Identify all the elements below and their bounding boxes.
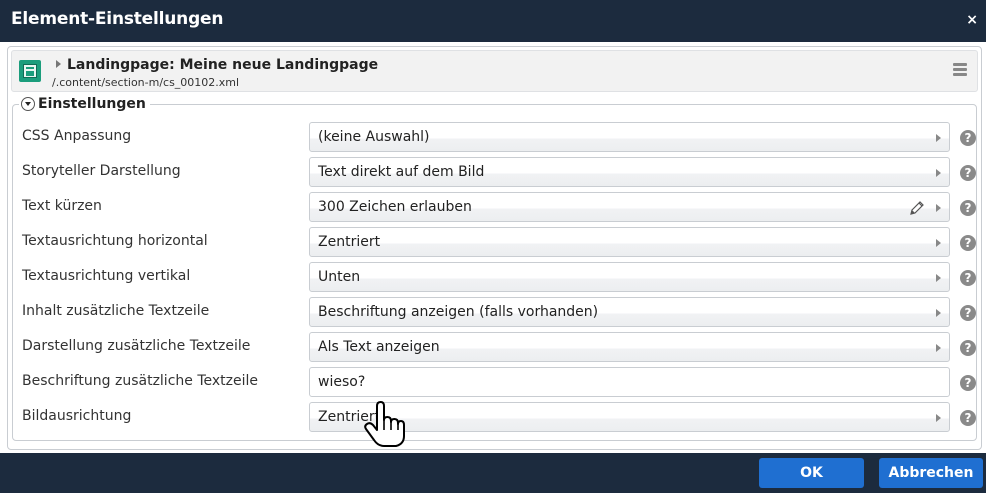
help-icon[interactable]: ?: [960, 305, 976, 321]
setting-label: Textausrichtung horizontal: [22, 233, 208, 249]
dialog-footer: OK Abbrechen: [0, 453, 986, 493]
expand-arrow-icon[interactable]: [56, 60, 61, 68]
cancel-button[interactable]: Abbrechen: [879, 458, 983, 488]
help-icon[interactable]: ?: [960, 200, 976, 216]
text-kuerzen-select[interactable]: 300 Zeichen erlauben: [309, 192, 950, 222]
help-icon[interactable]: ?: [960, 235, 976, 251]
setting-row-textausrichtung-vertikal: Textausrichtung vertikal Unten ?: [13, 259, 976, 293]
settings-legend[interactable]: Einstellungen: [19, 96, 150, 113]
help-icon[interactable]: ?: [960, 410, 976, 426]
setting-label: Inhalt zusätzliche Textzeile: [22, 303, 210, 319]
setting-row-darstellung-zusaetzliche-textzeile: Darstellung zusätzliche Textzeile Als Te…: [13, 329, 976, 363]
setting-row-bildausrichtung: Bildausrichtung Zentriert ?: [13, 399, 976, 433]
inhalt-zusaetzliche-textzeile-select[interactable]: Beschriftung anzeigen (falls vorhanden): [309, 297, 950, 327]
chevron-right-icon: [936, 344, 941, 352]
select-value: Unten: [318, 269, 361, 285]
setting-row-inhalt-zusaetzliche-textzeile: Inhalt zusätzliche Textzeile Beschriftun…: [13, 294, 976, 328]
help-icon[interactable]: ?: [960, 270, 976, 286]
select-value: Beschriftung anzeigen (falls vorhanden): [318, 304, 599, 320]
darstellung-zusaetzliche-textzeile-select[interactable]: Als Text anzeigen: [309, 332, 950, 362]
element-info-header: Landingpage: Meine neue Landingpage /.co…: [11, 50, 978, 92]
setting-label: Darstellung zusätzliche Textzeile: [22, 338, 251, 354]
textausrichtung-vertikal-select[interactable]: Unten: [309, 262, 950, 292]
chevron-right-icon: [936, 204, 941, 212]
ok-button[interactable]: OK: [759, 458, 864, 488]
chevron-right-icon: [936, 274, 941, 282]
setting-row-beschriftung-zusaetzliche-textzeile: Beschriftung zusätzliche Textzeile wieso…: [13, 364, 976, 398]
settings-fieldset: Einstellungen CSS Anpassung (keine Auswa…: [12, 96, 977, 441]
chevron-right-icon: [936, 309, 941, 317]
setting-label: Text kürzen: [22, 198, 102, 214]
close-icon[interactable]: ×: [966, 12, 978, 28]
context-menu-icon[interactable]: [953, 63, 967, 77]
setting-label: Textausrichtung vertikal: [22, 268, 191, 284]
collapse-toggle-icon[interactable]: [21, 97, 35, 111]
landingpage-resource-icon: [19, 60, 41, 82]
chevron-right-icon: [936, 169, 941, 177]
help-icon[interactable]: ?: [960, 165, 976, 181]
help-icon[interactable]: ?: [960, 130, 976, 146]
select-value: Zentriert: [318, 234, 381, 250]
select-value: Als Text anzeigen: [318, 339, 440, 355]
element-settings-dialog: Element-Einstellungen × Landingpage: Mei…: [0, 0, 986, 493]
setting-row-text-kuerzen: Text kürzen 300 Zeichen erlauben ?: [13, 189, 976, 223]
setting-row-storyteller-darstellung: Storyteller Darstellung Text direkt auf …: [13, 154, 976, 188]
select-value: 300 Zeichen erlauben: [318, 199, 472, 215]
input-value: wieso?: [318, 374, 366, 390]
beschriftung-zusaetzliche-textzeile-input[interactable]: wieso?: [309, 367, 950, 397]
bildausrichtung-select[interactable]: Zentriert: [309, 402, 950, 432]
setting-label: Beschriftung zusätzliche Textzeile: [22, 373, 258, 389]
chevron-right-icon: [936, 414, 941, 422]
setting-row-textausrichtung-horizontal: Textausrichtung horizontal Zentriert ?: [13, 224, 976, 258]
storyteller-darstellung-select[interactable]: Text direkt auf dem Bild: [309, 157, 950, 187]
chevron-right-icon: [936, 239, 941, 247]
pencil-icon[interactable]: [909, 200, 925, 216]
element-page-title: Landingpage: Meine neue Landingpage: [67, 57, 379, 73]
select-value: Text direkt auf dem Bild: [318, 164, 485, 180]
select-value: (keine Auswahl): [318, 129, 430, 145]
help-icon[interactable]: ?: [960, 340, 976, 356]
dialog-title: Element-Einstellungen: [11, 9, 224, 29]
textausrichtung-horizontal-select[interactable]: Zentriert: [309, 227, 950, 257]
css-anpassung-select[interactable]: (keine Auswahl): [309, 122, 950, 152]
setting-label: Bildausrichtung: [22, 408, 132, 424]
chevron-right-icon: [936, 134, 941, 142]
setting-label: Storyteller Darstellung: [22, 163, 181, 179]
dialog-content: Landingpage: Meine neue Landingpage /.co…: [7, 46, 982, 450]
setting-row-css-anpassung: CSS Anpassung (keine Auswahl) ?: [13, 119, 976, 153]
settings-legend-label: Einstellungen: [38, 96, 146, 112]
select-value: Zentriert: [318, 409, 381, 425]
help-icon[interactable]: ?: [960, 375, 976, 391]
element-path: /.content/section-m/cs_00102.xml: [52, 76, 240, 89]
dialog-titlebar: Element-Einstellungen ×: [0, 0, 986, 42]
setting-label: CSS Anpassung: [22, 128, 132, 144]
